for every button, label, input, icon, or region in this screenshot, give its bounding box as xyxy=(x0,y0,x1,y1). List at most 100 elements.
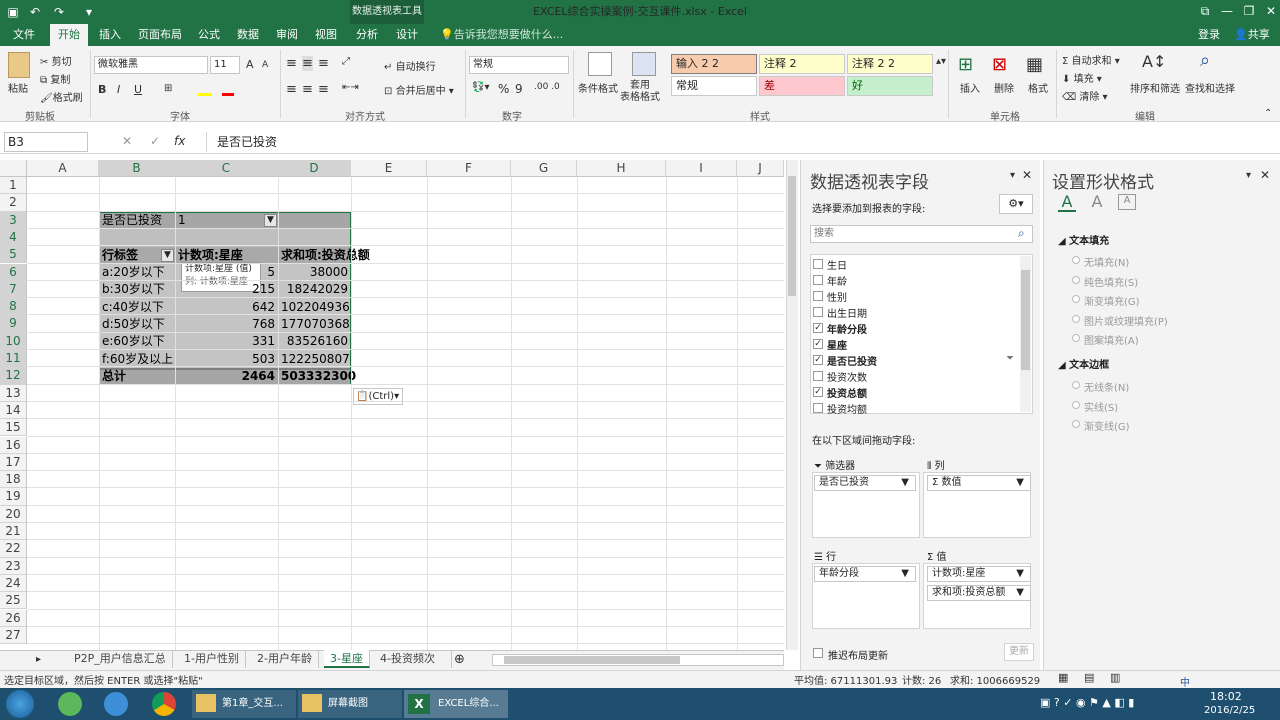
row-header[interactable]: 3 xyxy=(0,211,27,229)
share-button[interactable]: 👤共享 xyxy=(1226,24,1278,46)
field-search-input[interactable]: 搜索 xyxy=(810,225,1033,243)
app-pen-icon[interactable] xyxy=(104,692,128,716)
row-header[interactable]: 4 xyxy=(0,228,27,247)
decrease-font-button[interactable]: A xyxy=(262,60,268,70)
fill-color-icon[interactable] xyxy=(198,84,212,96)
tab-formulas[interactable]: 公式 xyxy=(190,24,228,46)
fill-option[interactable]: 图片或纹理填充(P) xyxy=(1084,313,1168,328)
row-header[interactable]: 19 xyxy=(0,488,27,506)
pivot-count-value[interactable]: 215 xyxy=(178,281,275,298)
save-icon[interactable]: ▣ xyxy=(4,3,22,21)
styles-scroll-icon[interactable]: ▴▾ xyxy=(936,56,946,67)
gear-icon[interactable]: ⚙▾ xyxy=(999,194,1033,214)
merge-center-button[interactable]: ⊡ 合并后居中 ▾ xyxy=(384,82,454,97)
line-section-header[interactable]: ◢ 文本边框 xyxy=(1058,356,1109,371)
line-radio[interactable] xyxy=(1072,420,1080,428)
text-effects-icon[interactable]: A xyxy=(1088,192,1106,212)
tab-design[interactable]: 设计 xyxy=(388,24,426,46)
align-center-icon[interactable]: ≡ xyxy=(302,82,313,97)
line-option[interactable]: 实线(S) xyxy=(1084,399,1118,414)
login-link[interactable]: 登录 xyxy=(1190,24,1228,46)
rows-chip[interactable]: 年龄分段 ▼ xyxy=(814,566,916,582)
app-360-icon[interactable] xyxy=(58,692,82,716)
tab-file[interactable]: 文件 xyxy=(5,24,43,46)
ribbon-options-icon[interactable]: ⧉ xyxy=(1194,0,1216,22)
pivot-count-value[interactable]: 642 xyxy=(178,299,275,316)
field-item[interactable]: 年龄分段 xyxy=(827,321,867,336)
row-header[interactable]: 23 xyxy=(0,557,27,575)
row-header[interactable]: 16 xyxy=(0,436,27,454)
style-note-2[interactable]: 注释 2 xyxy=(759,54,845,74)
cut-button[interactable]: ✂ 剪切 xyxy=(40,53,72,68)
field-list-scroll-thumb[interactable] xyxy=(1021,270,1030,370)
pane-dropdown-icon[interactable]: ▾ xyxy=(1246,170,1251,181)
wrap-text-button[interactable]: ↵ 自动换行 xyxy=(384,58,436,73)
pivot-count-value[interactable]: 331 xyxy=(178,333,275,350)
row-header[interactable]: 18 xyxy=(0,471,27,489)
undo-icon[interactable]: ↶ xyxy=(26,3,44,21)
pane-close-icon[interactable]: ✕ xyxy=(1260,168,1270,182)
filter-chip[interactable]: 是否已投资 ▼ xyxy=(814,475,916,491)
column-header[interactable]: H xyxy=(577,160,666,177)
clear-button[interactable]: ⌫ 清除 ▾ xyxy=(1062,88,1108,103)
customize-qat-icon[interactable]: ▾ xyxy=(80,3,98,21)
paste-icon[interactable] xyxy=(8,52,30,78)
bold-button[interactable]: B xyxy=(98,83,106,96)
pivot-sum-value[interactable]: 18242029 xyxy=(281,281,348,298)
row-header[interactable]: 12 xyxy=(0,367,27,385)
formula-input[interactable]: 是否已投资 xyxy=(206,132,1276,152)
sheet-tab-gender[interactable]: 1-用户性别 xyxy=(178,650,246,668)
sheet-tab-constellation[interactable]: 3-星座 xyxy=(324,650,370,668)
page-break-icon[interactable]: ▥ xyxy=(1110,671,1120,684)
field-item[interactable]: 星座 xyxy=(827,337,847,352)
sort-filter-icon[interactable]: A↕ xyxy=(1142,52,1166,71)
underline-button[interactable]: U xyxy=(134,83,142,96)
field-checkbox[interactable] xyxy=(813,307,823,317)
fill-option[interactable]: 纯色填充(S) xyxy=(1084,274,1138,289)
field-item[interactable]: 是否已投资 xyxy=(827,353,877,368)
text-fill-outline-icon[interactable]: A xyxy=(1058,192,1076,212)
values-chip-sum[interactable]: 求和项:投资总额 ▼ xyxy=(927,585,1031,601)
format-as-table-icon[interactable] xyxy=(632,52,656,76)
row-header[interactable]: 2 xyxy=(0,194,27,212)
funnel-icon[interactable]: ⏷ xyxy=(1006,353,1014,364)
field-item[interactable]: 年龄 xyxy=(827,273,847,288)
tell-me-box[interactable]: 💡告诉我您想要做什么... xyxy=(432,24,571,46)
row-header[interactable]: 21 xyxy=(0,523,27,541)
ime-indicator[interactable]: 中 xyxy=(1180,674,1190,689)
worksheet-grid[interactable]: A B C D E F G H I J 是否已投资 1 ▼ 行标签 ▼ 计数项:… xyxy=(0,160,784,650)
orientation-icon[interactable]: ⤢ xyxy=(342,56,350,67)
percent-button[interactable]: % xyxy=(498,82,509,96)
pivot-sum-value[interactable]: 122250807 xyxy=(281,351,350,368)
enter-icon[interactable]: ✓ xyxy=(150,134,160,148)
chrome-icon[interactable] xyxy=(152,692,176,716)
row-header[interactable]: 10 xyxy=(0,332,27,350)
copy-button[interactable]: ⧉ 复制 xyxy=(40,71,70,86)
fill-option[interactable]: 无填充(N) xyxy=(1084,254,1129,269)
pivot-row-header[interactable]: 行标签 xyxy=(102,247,138,264)
font-size-select[interactable]: 11 xyxy=(210,56,240,74)
tab-review[interactable]: 审阅 xyxy=(268,24,306,46)
pivot-row-label[interactable]: c:40岁以下 xyxy=(102,299,164,316)
field-checkbox[interactable]: ✓ xyxy=(813,355,823,365)
pivot-sum-value[interactable]: 177070368 xyxy=(281,316,350,333)
column-header[interactable]: A xyxy=(27,160,99,177)
tab-view[interactable]: 视图 xyxy=(307,24,345,46)
font-color-icon[interactable] xyxy=(222,84,234,96)
columns-chip[interactable]: Σ 数值 ▼ xyxy=(927,475,1031,491)
fill-section-header[interactable]: ◢ 文本填充 xyxy=(1058,232,1109,247)
horizontal-scroll-thumb[interactable] xyxy=(504,656,680,664)
row-header[interactable]: 5 xyxy=(0,246,27,264)
field-item[interactable]: 投资总额 xyxy=(827,385,867,400)
update-button[interactable]: 更新 xyxy=(1004,643,1034,661)
column-header[interactable]: I xyxy=(666,160,737,177)
line-radio[interactable] xyxy=(1072,381,1080,389)
sheet-tab-user-info[interactable]: P2P_用户信息汇总 xyxy=(68,650,173,668)
align-top-icon[interactable]: ≡ xyxy=(286,56,297,71)
normal-view-icon[interactable]: ▦ xyxy=(1058,671,1068,684)
field-checkbox[interactable]: ✓ xyxy=(813,323,823,333)
row-header[interactable]: 13 xyxy=(0,384,27,402)
row-header[interactable]: 6 xyxy=(0,263,27,281)
pane-dropdown-icon[interactable]: ▾ xyxy=(1010,170,1015,181)
delete-cells-icon[interactable]: ⊠ xyxy=(992,54,1007,75)
